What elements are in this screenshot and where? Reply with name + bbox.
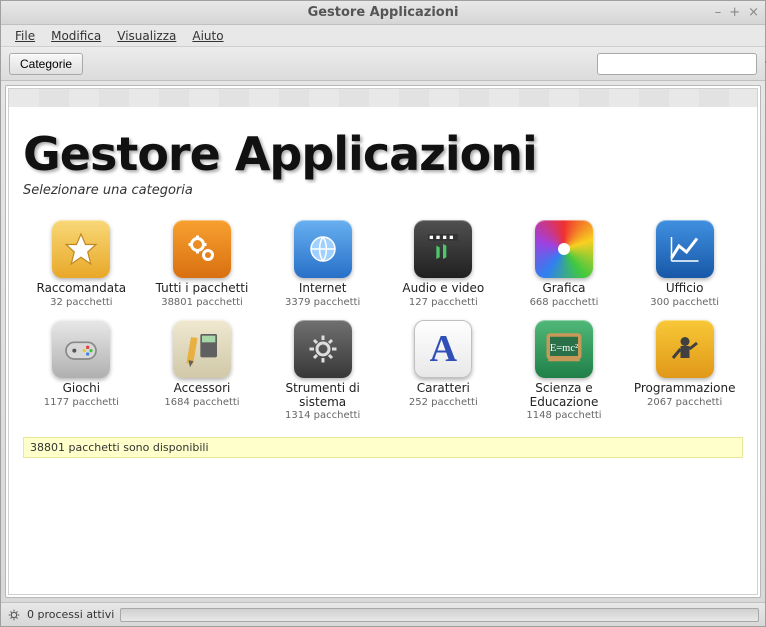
- close-button[interactable]: ×: [748, 5, 759, 20]
- category-count: 252 pacchetti: [409, 397, 478, 408]
- processes-gear-icon: [7, 608, 21, 622]
- gamepad-icon: [52, 320, 110, 378]
- maximize-button[interactable]: +: [729, 5, 740, 20]
- minimize-button[interactable]: –: [715, 5, 722, 20]
- window-controls: – + ×: [715, 5, 759, 20]
- globe-icon: [294, 220, 352, 278]
- category-label: Accessori: [174, 382, 231, 396]
- content-inner: Gestore Applicazioni Selezionare una cat…: [8, 88, 758, 595]
- menu-help[interactable]: Aiuto: [186, 27, 229, 45]
- processes-text: 0 processi attivi: [27, 608, 114, 621]
- category-label: Grafica: [542, 282, 585, 296]
- menubar: File Modifica Visualizza Aiuto: [1, 25, 765, 47]
- statusbar: 0 processi attivi: [1, 602, 765, 626]
- category-label: Scienza e Educazione: [509, 382, 619, 410]
- categories-button[interactable]: Categorie: [9, 53, 83, 75]
- color-wheel-icon: [535, 220, 593, 278]
- svg-text:E=mc²: E=mc²: [550, 343, 578, 354]
- category-all-packages[interactable]: Tutti i pacchetti 38801 pacchetti: [144, 218, 261, 310]
- available-packages-strip: 38801 pacchetti sono disponibili: [23, 437, 743, 458]
- category-fonts[interactable]: A Caratteri 252 pacchetti: [385, 318, 502, 424]
- category-label: Giochi: [63, 382, 101, 396]
- blackboard-icon: E=mc²: [535, 320, 593, 378]
- category-office[interactable]: Ufficio 300 pacchetti: [626, 218, 743, 310]
- category-system-tools[interactable]: Strumenti di sistema 1314 pacchetti: [264, 318, 381, 424]
- category-science-education[interactable]: E=mc² Scienza e Educazione 1148 pacchett…: [506, 318, 623, 424]
- category-count: 300 pacchetti: [650, 297, 719, 308]
- category-label: Programmazione: [634, 382, 736, 396]
- category-grid: Raccomandata 32 pacchetti Tutti i pacche…: [23, 218, 743, 423]
- category-count: 1148 pacchetti: [526, 410, 601, 421]
- category-count: 1684 pacchetti: [164, 397, 239, 408]
- category-programming[interactable]: Programmazione 2067 pacchetti: [626, 318, 743, 424]
- gears-icon: [173, 220, 231, 278]
- category-audio-video[interactable]: Audio e video 127 pacchetti: [385, 218, 502, 310]
- category-count: 668 pacchetti: [530, 297, 599, 308]
- category-label: Ufficio: [666, 282, 704, 296]
- category-count: 3379 pacchetti: [285, 297, 360, 308]
- category-label: Internet: [299, 282, 347, 296]
- search-input[interactable]: [602, 57, 765, 71]
- category-count: 32 pacchetti: [50, 297, 113, 308]
- titlebar: Gestore Applicazioni – + ×: [1, 1, 765, 25]
- menu-file[interactable]: File: [9, 27, 41, 45]
- category-label: Tutti i pacchetti: [156, 282, 249, 296]
- category-recommended[interactable]: Raccomandata 32 pacchetti: [23, 218, 140, 310]
- category-count: 1314 pacchetti: [285, 410, 360, 421]
- decorative-stripe: [9, 89, 757, 107]
- chart-icon: [656, 220, 714, 278]
- category-label: Audio e video: [402, 282, 484, 296]
- page-subtitle: Selezionare una categoria: [23, 183, 743, 198]
- font-icon: A: [414, 320, 472, 378]
- category-label: Strumenti di sistema: [268, 382, 378, 410]
- window-title: Gestore Applicazioni: [308, 5, 459, 20]
- search-box[interactable]: ⌫: [597, 53, 757, 75]
- category-count: 1177 pacchetti: [44, 397, 119, 408]
- progress-bar: [120, 608, 759, 622]
- accessories-icon: [173, 320, 231, 378]
- media-icon: [414, 220, 472, 278]
- category-internet[interactable]: Internet 3379 pacchetti: [264, 218, 381, 310]
- category-graphics[interactable]: Grafica 668 pacchetti: [506, 218, 623, 310]
- category-accessories[interactable]: Accessori 1684 pacchetti: [144, 318, 261, 424]
- content-area: Gestore Applicazioni Selezionare una cat…: [1, 81, 765, 602]
- category-count: 2067 pacchetti: [647, 397, 722, 408]
- menu-edit[interactable]: Modifica: [45, 27, 107, 45]
- category-label: Caratteri: [417, 382, 470, 396]
- construction-icon: [656, 320, 714, 378]
- gear-icon: [294, 320, 352, 378]
- menu-view[interactable]: Visualizza: [111, 27, 182, 45]
- star-icon: [52, 220, 110, 278]
- content-frame: Gestore Applicazioni Selezionare una cat…: [5, 85, 761, 598]
- category-count: 38801 pacchetti: [161, 297, 243, 308]
- toolbar: Categorie ⌫: [1, 47, 765, 81]
- category-games[interactable]: Giochi 1177 pacchetti: [23, 318, 140, 424]
- page-title: Gestore Applicazioni: [23, 127, 743, 181]
- category-label: Raccomandata: [37, 282, 127, 296]
- category-count: 127 pacchetti: [409, 297, 478, 308]
- app-window: Gestore Applicazioni – + × File Modifica…: [0, 0, 766, 627]
